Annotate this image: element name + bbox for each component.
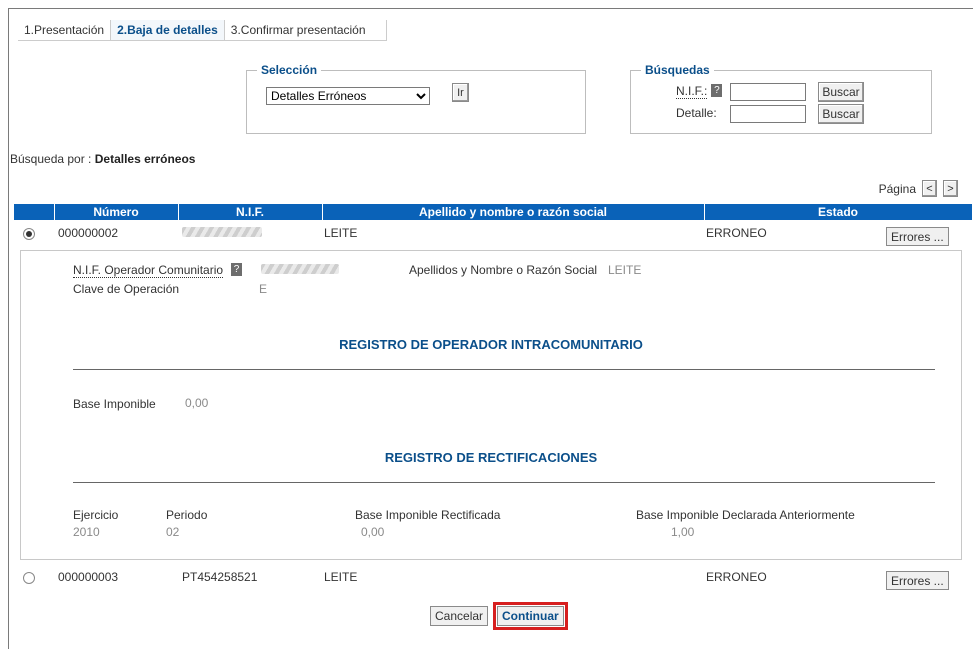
- clave-label: Clave de Operación: [73, 282, 180, 296]
- detalle-search-input[interactable]: [730, 105, 806, 123]
- base-imponible-label: Base Imponible: [73, 397, 156, 411]
- nif-operador-label: N.I.F. Operador Comunitario?: [73, 263, 243, 278]
- table-row[interactable]: 000000002 LEITE ERRONEO Errores ...: [14, 222, 972, 246]
- continue-button[interactable]: Continuar: [493, 602, 568, 630]
- col-nif: N.I.F.: [235, 205, 264, 219]
- apellidos-value: LEITE: [608, 263, 642, 277]
- row-numero: 000000002: [58, 226, 119, 240]
- seleccion-select[interactable]: Detalles Erróneos: [266, 87, 430, 105]
- nif-search-input[interactable]: [730, 83, 806, 101]
- pager: Página < >: [879, 180, 958, 197]
- go-button[interactable]: Ir: [452, 83, 469, 102]
- tab-presentacion[interactable]: 1.Presentación: [18, 20, 112, 40]
- divider: [73, 482, 935, 483]
- row-estado: ERRONEO: [706, 570, 767, 584]
- search-by-text: Búsqueda por : Detalles erróneos: [10, 152, 196, 166]
- base-declarada-value: 1,00: [671, 525, 695, 539]
- section-rectificaciones-title: REGISTRO DE RECTIFICACIONES: [384, 450, 598, 465]
- seleccion-legend: Selección: [257, 63, 322, 77]
- help-icon[interactable]: ?: [711, 84, 723, 97]
- base-imponible-value: 0,00: [185, 396, 209, 410]
- errores-button[interactable]: Errores ...: [886, 571, 949, 590]
- help-icon[interactable]: ?: [231, 263, 243, 276]
- nif-search-label: N.I.F.:?: [676, 84, 723, 99]
- buscar-detalle-button[interactable]: Buscar: [818, 104, 864, 124]
- tab-baja-detalles[interactable]: 2.Baja de detalles: [111, 20, 225, 40]
- row-estado: ERRONEO: [706, 226, 767, 240]
- col-nombre: Apellido y nombre o razón social: [418, 205, 608, 219]
- base-declarada-label: Base Imponible Declarada Anteriormente: [636, 508, 855, 522]
- ejercicio-value: 2010: [73, 525, 100, 539]
- row-nif: PT454258521: [182, 570, 258, 584]
- periodo-value: 02: [166, 525, 180, 539]
- row-nombre: LEITE: [324, 570, 358, 584]
- cancel-button[interactable]: Cancelar: [430, 606, 489, 626]
- apellidos-label: Apellidos y Nombre o Razón Social: [409, 263, 598, 277]
- base-rectificada-label: Base Imponible Rectificada: [355, 508, 501, 522]
- pager-next-button[interactable]: >: [943, 180, 958, 197]
- row-nombre: LEITE: [324, 226, 358, 240]
- pager-prev-button[interactable]: <: [922, 180, 937, 197]
- tab-confirmar[interactable]: 3.Confirmar presentación: [225, 20, 387, 40]
- ejercicio-label: Ejercicio: [73, 508, 119, 522]
- table-row[interactable]: 000000003 PT454258521 LEITE ERRONEO Erro…: [14, 566, 972, 590]
- detalle-search-label: Detalle:: [676, 106, 717, 120]
- nif-operador-redacted: [261, 264, 339, 274]
- row-nif-redacted: [182, 227, 262, 237]
- row-numero: 000000003: [58, 570, 119, 584]
- grid-header: Número N.I.F. Apellido y nombre o razón …: [14, 204, 972, 220]
- clave-value: E: [259, 282, 268, 296]
- section-operador-title: REGISTRO DE OPERADOR INTRACOMUNITARIO: [339, 337, 643, 352]
- col-numero: Número: [93, 205, 139, 219]
- buscar-nif-button[interactable]: Buscar: [818, 82, 864, 102]
- detail-panel: N.I.F. Operador Comunitario? Clave de Op…: [20, 250, 962, 560]
- errores-button[interactable]: Errores ...: [886, 227, 949, 246]
- row-radio[interactable]: [23, 572, 35, 584]
- col-estado: Estado: [817, 205, 858, 219]
- busquedas-fieldset: Búsquedas: [630, 63, 932, 134]
- periodo-label: Periodo: [166, 508, 208, 522]
- base-rectificada-value: 0,00: [361, 525, 385, 539]
- row-radio[interactable]: [23, 228, 35, 240]
- pager-label: Página: [878, 181, 916, 196]
- wizard-tabs: 1.Presentación 2.Baja de detalles 3.Conf…: [18, 20, 387, 41]
- busquedas-legend: Búsquedas: [641, 63, 714, 77]
- divider: [73, 369, 935, 370]
